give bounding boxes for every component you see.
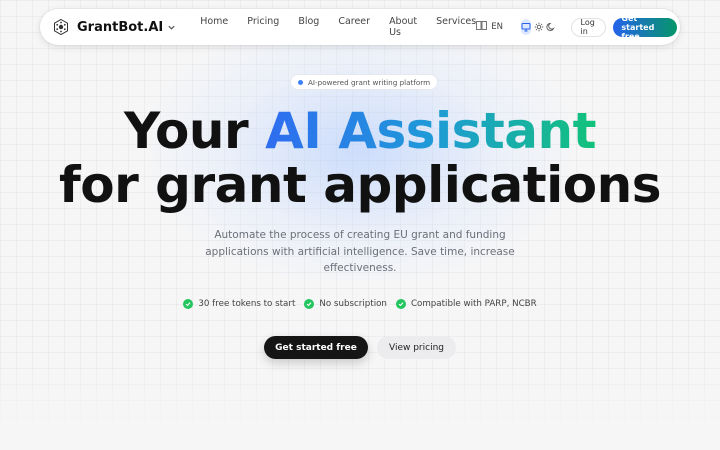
chevron-down-icon[interactable] (167, 22, 176, 32)
check-circle-icon (304, 299, 315, 309)
theme-light-button[interactable] (533, 19, 544, 35)
nav-link-career[interactable]: Career (338, 16, 370, 38)
get-started-button[interactable]: Get started free (264, 336, 368, 359)
badge-dot-icon (298, 79, 303, 85)
badge-text: AI-powered grant writing platform (308, 77, 431, 87)
feature-text: Compatible with PARP, NCBR (410, 299, 537, 309)
nav-link-services[interactable]: Services (436, 16, 476, 38)
feature-item: 30 free tokens to start (183, 299, 295, 309)
language-switcher[interactable]: EN (476, 21, 503, 33)
nav-link-about-us[interactable]: About Us (389, 16, 417, 38)
sun-icon (534, 22, 543, 32)
nav-links: Home Pricing Blog Career About Us Servic… (200, 16, 476, 38)
view-pricing-button[interactable]: View pricing (377, 336, 456, 359)
nav-get-started-button[interactable]: Get started free (613, 14, 678, 41)
theme-system-button[interactable] (520, 19, 532, 35)
headline-line-1: Your AI Assistant (0, 106, 720, 156)
translate-icon (476, 21, 488, 33)
headline-line-2: for grant applications (59, 156, 662, 214)
brand-name[interactable]: GrantBot.AI (77, 20, 163, 35)
nav-link-pricing[interactable]: Pricing (247, 16, 279, 38)
hero-subtitle: Automate the process of creating EU gran… (205, 229, 515, 274)
login-button[interactable]: Log in (570, 17, 607, 37)
monitor-icon (521, 23, 531, 32)
feature-item: No subscription (304, 299, 387, 309)
feature-text: 30 free tokens to start (198, 299, 296, 309)
headline-your: Your (123, 102, 266, 160)
nav-link-blog[interactable]: Blog (298, 16, 319, 38)
check-circle-icon (395, 299, 406, 309)
theme-dark-button[interactable] (546, 19, 557, 35)
hexagon-logo-icon[interactable] (52, 18, 70, 36)
feature-text: No subscription (319, 299, 387, 309)
check-circle-icon (183, 299, 194, 309)
hero-badge: AI-powered grant writing platform (290, 74, 439, 90)
feature-item: Compatible with PARP, NCBR (395, 299, 537, 309)
nav-link-home[interactable]: Home (200, 16, 228, 38)
headline-ai-assistant: AI Assistant (265, 102, 597, 160)
nav-right-group: EN Log in Get started free (476, 14, 678, 41)
navbar: GrantBot.AI Home Pricing Blog Career Abo… (40, 9, 680, 45)
feature-list: 30 free tokens to start No subscription … (0, 299, 720, 309)
language-code: EN (491, 22, 503, 32)
bottom-fade (0, 360, 720, 450)
moon-icon (546, 22, 555, 31)
